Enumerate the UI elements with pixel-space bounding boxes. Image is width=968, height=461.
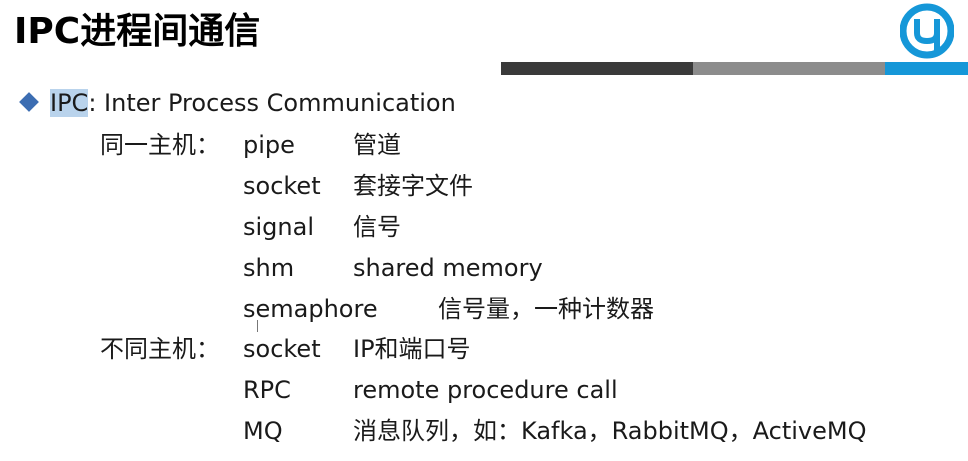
- ipc-term: socket: [243, 335, 321, 363]
- list-item: shm shared memory: [0, 251, 968, 285]
- ipc-term: RPC: [243, 376, 291, 404]
- ipc-description: remote procedure call: [353, 376, 618, 404]
- ipc-description: 信号: [353, 213, 401, 241]
- ipc-description: IP和端口号: [353, 335, 471, 363]
- list-item: semaphore 信号量，一种计数器: [0, 292, 968, 326]
- header-bar-blue: [885, 62, 968, 75]
- list-item: MQ 消息队列，如：Kafka，RabbitMQ，ActiveMQ: [0, 414, 968, 448]
- ipc-term: socket: [243, 172, 321, 200]
- list-item: RPC remote procedure call: [0, 373, 968, 407]
- ipc-definition: : Inter Process Communication: [88, 89, 456, 117]
- ipc-heading: IPC: Inter Process Communication: [14, 86, 456, 120]
- diamond-bullet-icon: [19, 92, 39, 112]
- slide-title: IPC进程间通信: [14, 11, 261, 52]
- list-item: 不同主机： socket IP和端口号: [0, 332, 968, 366]
- list-item: 同一主机： pipe 管道: [0, 128, 968, 162]
- brand-logo-icon: [900, 3, 954, 59]
- ipc-term: pipe: [243, 131, 295, 159]
- header-bar-dark: [501, 62, 693, 75]
- list-item: signal 信号: [0, 210, 968, 244]
- header-bar-gray: [693, 62, 885, 75]
- category-label: 同一主机：: [100, 131, 220, 159]
- ipc-term: semaphore: [243, 295, 378, 323]
- ipc-term: shm: [243, 254, 295, 282]
- list-item: socket 套接字文件: [0, 169, 968, 203]
- ipc-term: MQ: [243, 417, 283, 445]
- category-label: 不同主机：: [100, 335, 220, 363]
- ipc-term: signal: [243, 213, 314, 241]
- ipc-description: 套接字文件: [353, 172, 473, 200]
- text-cursor: [257, 320, 258, 332]
- ipc-highlight: IPC: [50, 89, 89, 117]
- ipc-description: 信号量，一种计数器: [438, 295, 654, 323]
- ipc-description: 管道: [353, 131, 401, 159]
- ipc-description: 消息队列，如：Kafka，RabbitMQ，ActiveMQ: [353, 417, 867, 445]
- ipc-description: shared memory: [353, 254, 543, 282]
